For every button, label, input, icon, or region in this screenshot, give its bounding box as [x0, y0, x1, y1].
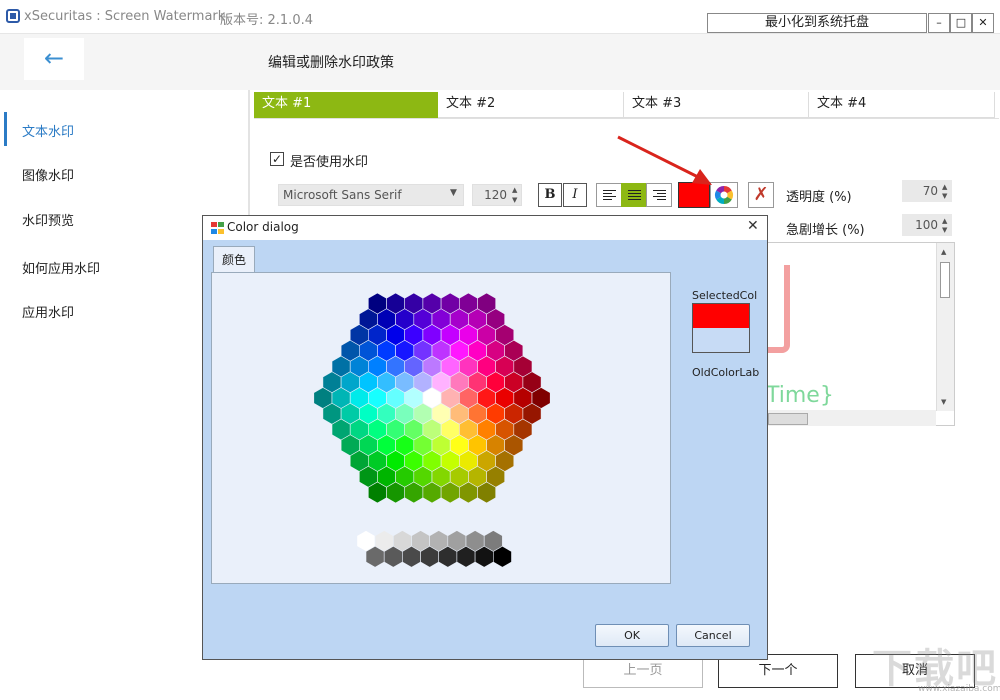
use-watermark-checkbox[interactable]: ✓	[270, 152, 284, 166]
sidebar-item-text-watermark[interactable]: 文本水印	[22, 121, 74, 140]
scroll-up-icon[interactable]: ▲	[941, 248, 946, 256]
color-palette-panel	[211, 272, 671, 584]
spin-up-icon[interactable]: ▲	[512, 186, 517, 194]
clear-color-icon[interactable]: ✗	[748, 182, 774, 208]
sidebar-active-indicator	[4, 112, 7, 146]
sidebar-item-how-to-apply[interactable]: 如何应用水印	[22, 258, 100, 277]
spin-down-icon[interactable]: ▼	[942, 226, 947, 234]
tab-text-3[interactable]: 文本 #3	[624, 92, 809, 118]
dialog-cancel-button[interactable]: Cancel	[676, 624, 750, 647]
annotation-arrow-icon	[617, 135, 712, 185]
selected-color-preview	[692, 303, 750, 353]
app-title: xSecuritas : Screen Watermark	[24, 9, 226, 24]
color-dialog: Color dialog ✕ 颜色 SelectedCol OldColorLa…	[202, 215, 768, 660]
font-family-select[interactable]: Microsoft Sans Serif	[278, 184, 464, 206]
use-watermark-label: 是否使用水印	[290, 155, 369, 170]
scroll-down-icon[interactable]: ▼	[941, 398, 946, 406]
old-color-label: OldColorLab	[692, 366, 760, 379]
spin-down-icon[interactable]: ▼	[512, 196, 517, 204]
minimize-button[interactable]: –	[928, 13, 950, 33]
app-version: 版本号: 2.1.0.4	[220, 13, 313, 28]
close-icon[interactable]: ✕	[747, 218, 759, 234]
preview-text: Time}	[766, 383, 834, 408]
italic-button[interactable]: I	[563, 183, 587, 207]
tab-text-1[interactable]: 文本 #1	[254, 92, 438, 118]
tab-text-2[interactable]: 文本 #2	[438, 92, 624, 118]
horizontal-scroll-thumb[interactable]	[768, 413, 808, 425]
dialog-title: Color dialog	[227, 220, 299, 234]
spin-up-icon[interactable]: ▲	[942, 183, 947, 191]
spin-down-icon[interactable]: ▼	[942, 192, 947, 200]
tab-text-4[interactable]: 文本 #4	[809, 92, 995, 118]
dialog-app-icon	[211, 222, 224, 234]
vertical-scroll-thumb[interactable]	[940, 262, 950, 298]
site-watermark-url: www.xiazaiba.com	[918, 684, 1000, 694]
maximize-button[interactable]: □	[950, 13, 972, 33]
selected-color-label: SelectedCol	[692, 289, 758, 302]
back-arrow-icon[interactable]: ←	[24, 38, 84, 80]
page-title: 编辑或删除水印政策	[268, 55, 394, 71]
minimize-to-tray-button[interactable]: 最小化到系统托盘	[707, 13, 927, 33]
tab-divider	[254, 118, 999, 119]
spin-up-icon[interactable]: ▲	[942, 217, 947, 225]
old-color-swatch	[693, 328, 749, 352]
selected-color-swatch	[693, 304, 749, 328]
close-window-button[interactable]: ✕	[972, 13, 994, 33]
ok-button[interactable]: OK	[595, 624, 669, 647]
app-logo-icon	[6, 9, 20, 23]
tab-color[interactable]: 颜色	[213, 246, 255, 273]
sidebar-item-watermark-preview[interactable]: 水印预览	[22, 210, 74, 229]
preview-glyph	[768, 265, 790, 353]
sidebar-item-image-watermark[interactable]: 图像水印	[22, 165, 74, 184]
surge-label: 急剧增长 (%)	[786, 223, 865, 238]
hex-color-palette[interactable]	[212, 273, 670, 583]
opacity-label: 透明度 (%)	[786, 190, 852, 205]
sidebar-item-apply-watermark[interactable]: 应用水印	[22, 302, 74, 321]
chevron-down-icon: ▼	[450, 188, 457, 198]
header-band	[0, 34, 1000, 90]
bold-button[interactable]: B	[538, 183, 562, 207]
